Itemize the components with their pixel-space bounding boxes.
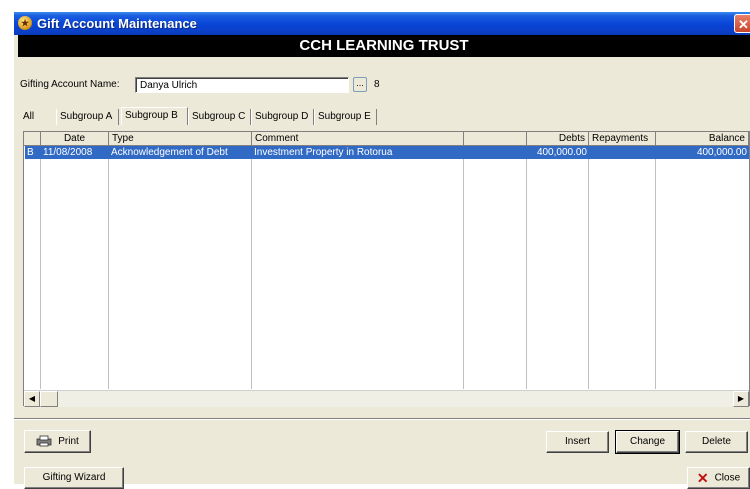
- browse-account-button[interactable]: ...: [353, 77, 367, 92]
- row-balance: 400,000.00: [696, 147, 747, 158]
- close-button[interactable]: ✕ Close: [687, 467, 750, 489]
- tab-subgroup-a[interactable]: Subgroup A: [56, 109, 119, 125]
- transactions-grid[interactable]: Date Type Comment Debts Repayments Balan…: [23, 131, 750, 407]
- table-row[interactable]: B 11/08/2008 Acknowledgement of Debt Inv…: [25, 146, 749, 159]
- subgroup-tabs: All Subgroup A Subgroup B Subgroup C Sub…: [14, 107, 750, 125]
- tab-subgroup-e[interactable]: Subgroup E: [314, 109, 377, 125]
- column-divider: [251, 146, 252, 389]
- tab-subgroup-d[interactable]: Subgroup D: [251, 109, 314, 125]
- column-header-repayments[interactable]: Repayments: [589, 132, 656, 146]
- row-date: 11/08/2008: [43, 147, 93, 158]
- print-button[interactable]: Print: [24, 430, 91, 453]
- column-header-balance[interactable]: Balance: [656, 132, 749, 146]
- row-marker: B: [27, 147, 34, 158]
- row-comment: Investment Property in Rotorua: [254, 147, 393, 158]
- row-debts: 400,000.00: [536, 147, 587, 158]
- column-divider: [526, 146, 527, 389]
- column-header-debts[interactable]: Debts: [527, 132, 589, 146]
- scroll-thumb[interactable]: [40, 391, 58, 407]
- title-bar[interactable]: ★ Gift Account Maintenance ✕: [14, 12, 750, 35]
- row-extra: [464, 146, 527, 159]
- footer-divider: [14, 418, 750, 419]
- column-header-comment[interactable]: Comment: [252, 132, 464, 146]
- insert-button[interactable]: Insert: [546, 431, 609, 453]
- scroll-right-icon[interactable]: ▶: [733, 391, 749, 407]
- gifting-account-name-field[interactable]: Danya Ulrich: [135, 77, 349, 93]
- close-label: Close: [714, 472, 741, 484]
- tab-subgroup-c[interactable]: Subgroup C: [188, 109, 251, 125]
- column-header-date[interactable]: Date: [41, 132, 109, 146]
- gift-app-icon: ★: [18, 16, 32, 30]
- row-repayments: [589, 146, 656, 159]
- column-divider: [588, 146, 589, 389]
- trust-banner: CCH LEARNING TRUST: [18, 35, 750, 57]
- tab-subgroup-b[interactable]: Subgroup B: [121, 107, 188, 125]
- print-label: Print: [58, 436, 79, 447]
- gifting-wizard-button[interactable]: Gifting Wizard: [24, 467, 124, 489]
- column-header-indicator[interactable]: [24, 132, 41, 146]
- delete-button[interactable]: Delete: [685, 431, 748, 453]
- window-title: Gift Account Maintenance: [37, 16, 197, 31]
- account-count: 8: [374, 79, 380, 90]
- row-type: Acknowledgement of Debt: [111, 147, 228, 158]
- gifting-account-label: Gifting Account Name:: [20, 79, 120, 90]
- window-close-button[interactable]: ✕: [734, 14, 750, 33]
- tab-all[interactable]: All: [20, 109, 37, 125]
- printer-icon: [36, 435, 52, 447]
- column-header-type[interactable]: Type: [109, 132, 252, 146]
- column-divider: [40, 146, 41, 389]
- column-header-blank[interactable]: [464, 132, 527, 146]
- horizontal-scrollbar[interactable]: ◀ ▶: [24, 390, 749, 407]
- column-divider: [655, 146, 656, 389]
- gift-account-window: ★ Gift Account Maintenance ✕ CCH LEARNIN…: [14, 12, 750, 489]
- scroll-left-icon[interactable]: ◀: [24, 391, 40, 407]
- column-divider: [108, 146, 109, 389]
- change-button[interactable]: Change: [615, 430, 680, 454]
- column-divider: [463, 146, 464, 389]
